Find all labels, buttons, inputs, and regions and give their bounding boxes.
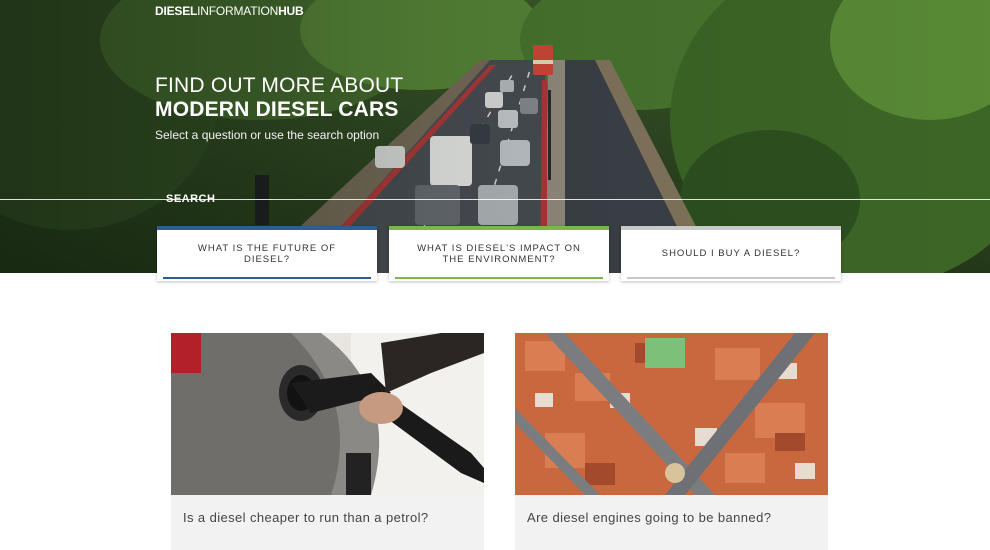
question-card-future[interactable]: WHAT IS THE FUTURE OF DIESEL? — [157, 226, 377, 281]
card-bottom-accent — [163, 277, 371, 279]
hero-headline: FIND OUT MORE ABOUT MODERN DIESEL CARS S… — [155, 74, 403, 142]
site-logo[interactable]: DIESELINFORMATIONHUB — [155, 4, 304, 18]
search-link[interactable]: SEARCH — [160, 193, 221, 205]
card-bottom-accent — [627, 277, 835, 279]
article-title: Are diesel engines going to be banned? — [527, 510, 772, 525]
headline-line-1: FIND OUT MORE ABOUT — [155, 74, 404, 97]
question-label: WHAT IS DIESEL'S IMPACT ON THE ENVIRONME… — [417, 242, 581, 265]
question-card-buy[interactable]: SHOULD I BUY A DIESEL? — [621, 226, 841, 281]
card-top-accent — [157, 226, 377, 230]
hero-subtitle: Select a question or use the search opti… — [155, 128, 380, 142]
card-top-accent — [389, 226, 609, 230]
card-top-accent — [621, 226, 841, 230]
article-card-ban[interactable]: Are diesel engines going to be banned? — [515, 333, 828, 550]
card-bottom-accent — [395, 277, 603, 279]
question-label: SHOULD I BUY A DIESEL? — [661, 248, 801, 259]
question-label: WHAT IS THE FUTURE OF DIESEL? — [197, 242, 337, 265]
headline-line-2: MODERN DIESEL CARS — [155, 98, 399, 121]
question-card-environment[interactable]: WHAT IS DIESEL'S IMPACT ON THE ENVIRONME… — [389, 226, 609, 281]
search-divider — [0, 199, 990, 200]
article-card-running-cost[interactable]: Is a diesel cheaper to run than a petrol… — [171, 333, 484, 550]
fuel-pump-photo — [171, 333, 484, 495]
article-title: Is a diesel cheaper to run than a petrol… — [183, 510, 429, 525]
aerial-city-photo — [515, 333, 828, 495]
